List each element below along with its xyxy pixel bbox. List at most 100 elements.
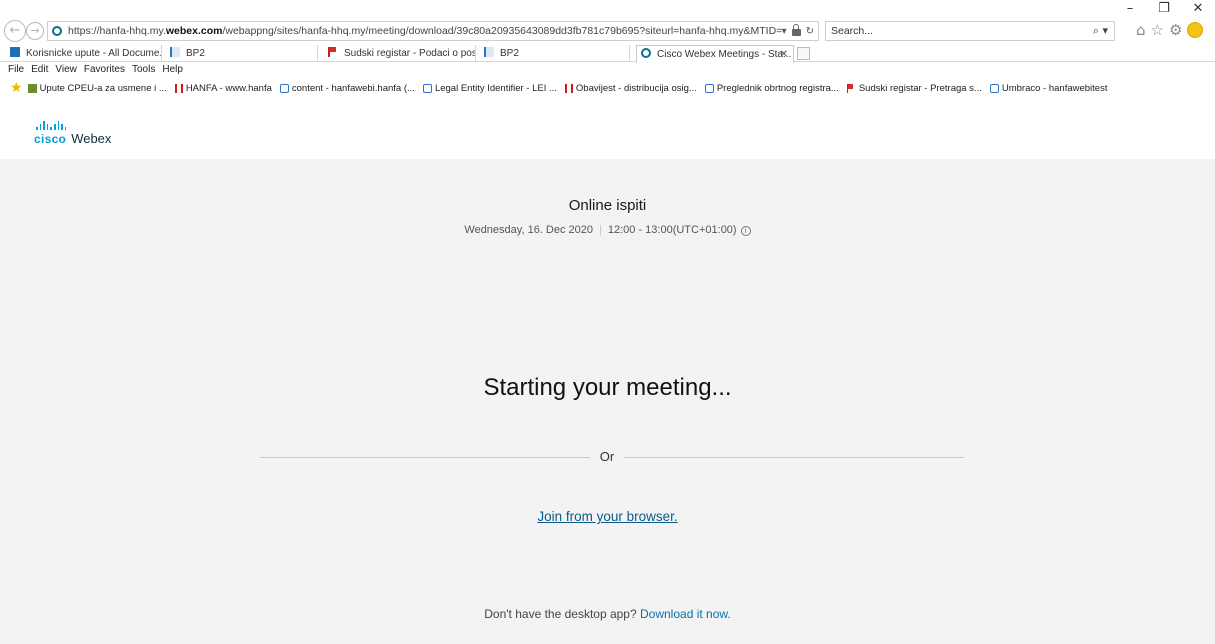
lock-icon[interactable] bbox=[791, 24, 801, 36]
menu-favorites[interactable]: Favorites bbox=[84, 64, 125, 78]
close-window-button[interactable]: ✕ bbox=[1181, 0, 1215, 18]
search-icon[interactable]: ⌕ ▾ bbox=[1093, 24, 1114, 38]
menu-bar: File Edit View Favorites Tools Help bbox=[8, 64, 183, 78]
tab-label: BP2 bbox=[186, 48, 205, 59]
tab-bar: Korisnicke upute - All Docume... BP2 Sud… bbox=[0, 45, 1215, 63]
page-icon bbox=[484, 47, 494, 57]
tab-korisnicke-upute[interactable]: Korisnicke upute - All Docume... bbox=[6, 45, 162, 62]
meeting-panel: Online ispiti Wednesday, 16. Dec 2020 | 12… bbox=[0, 159, 1215, 644]
hanfa-icon bbox=[174, 83, 183, 93]
logo-webex-text: Webex bbox=[71, 131, 112, 146]
join-browser-row: Join from your browser. bbox=[0, 509, 1215, 524]
back-button[interactable]: ← bbox=[4, 20, 26, 42]
settings-icon[interactable]: ⚙ bbox=[1169, 21, 1182, 39]
hanfa-icon bbox=[564, 83, 573, 93]
favorite-link[interactable]: content - hanfawebi.hanfa (... bbox=[279, 82, 415, 94]
url-suffix: /webappng/sites/hanfa-hhq.my/meeting/dow… bbox=[222, 25, 782, 37]
download-app-link[interactable]: Download it now. bbox=[640, 607, 731, 621]
favorite-link[interactable]: Sudski registar - Pretraga s... bbox=[846, 82, 982, 94]
webex-site-icon bbox=[52, 26, 62, 36]
ie-page-icon bbox=[704, 83, 714, 93]
bookmark-icon bbox=[27, 83, 37, 93]
window-controls: – ❐ ✕ bbox=[1113, 0, 1215, 18]
tab-sudski-registar[interactable]: Sudski registar - Podaci o posl... bbox=[324, 45, 476, 62]
home-icon[interactable]: ⌂ bbox=[1136, 21, 1146, 39]
address-row: ← → https://hanfa-hhq.my.webex.com/webap… bbox=[0, 20, 1215, 44]
meeting-time: 12:00 - 13:00(UTC+01:00) bbox=[607, 224, 737, 236]
search-bar[interactable]: Search... ⌕ ▾ bbox=[825, 21, 1115, 41]
tab-bp2-second[interactable]: BP2 bbox=[480, 45, 630, 62]
tab-bp2-first[interactable]: BP2 bbox=[166, 45, 318, 62]
favorite-link[interactable]: HANFA - www.hanfa bbox=[174, 82, 272, 94]
favorite-link[interactable]: Umbraco - hanfawebitest bbox=[989, 82, 1108, 94]
download-row: Don't have the desktop app? Download it … bbox=[0, 607, 1215, 621]
url-domain: webex.com bbox=[165, 25, 223, 37]
minimize-button[interactable]: – bbox=[1113, 0, 1147, 18]
or-divider: Or bbox=[260, 449, 964, 465]
url-text[interactable]: https://hanfa-hhq.my.webex.com/webappng/… bbox=[68, 25, 782, 37]
favorite-label: content - hanfawebi.hanfa (... bbox=[291, 82, 415, 94]
tab-label: Korisnicke upute - All Docume... bbox=[26, 48, 162, 59]
tab-label: BP2 bbox=[500, 48, 519, 59]
address-dropdown-icon[interactable]: ▾ bbox=[782, 26, 787, 37]
browser-chrome: – ❐ ✕ ← → https://hanfa-hhq.my.webex.com… bbox=[0, 0, 1215, 101]
favorite-label: Obavijest - distribucija osig... bbox=[575, 82, 697, 94]
ie-page-icon bbox=[279, 83, 289, 93]
info-icon[interactable]: i bbox=[740, 226, 751, 236]
divider-line-right bbox=[624, 457, 964, 458]
menu-help[interactable]: Help bbox=[162, 64, 183, 78]
favorite-label: Legal Entity Identifier - LEI ... bbox=[434, 82, 557, 94]
meeting-title: Online ispiti bbox=[568, 197, 647, 214]
favorites-star-icon[interactable]: ★ bbox=[10, 80, 23, 96]
feedback-smiley-icon[interactable] bbox=[1187, 22, 1204, 38]
join-from-browser-link[interactable]: Join from your browser. bbox=[537, 509, 677, 524]
webex-header: cisco Webex bbox=[0, 101, 1215, 159]
cisco-webex-logo[interactable]: cisco Webex bbox=[34, 121, 111, 146]
tab-cisco-webex[interactable]: Cisco Webex Meetings - Sta... ✕ bbox=[636, 45, 794, 63]
favorite-label: Sudski registar - Pretraga s... bbox=[858, 82, 982, 94]
favorite-label: Upute CPEU-a za usmene i ... bbox=[39, 82, 167, 94]
favorite-link[interactable]: Legal Entity Identifier - LEI ... bbox=[422, 82, 557, 94]
address-bar[interactable]: https://hanfa-hhq.my.webex.com/webappng/… bbox=[47, 21, 819, 41]
flag-icon bbox=[846, 83, 856, 93]
flag-icon bbox=[328, 47, 338, 57]
meeting-date: Wednesday, 16. Dec 2020 bbox=[464, 224, 594, 236]
divider-line-left bbox=[260, 457, 590, 458]
refresh-icon[interactable]: ↻ bbox=[806, 26, 814, 37]
sharepoint-icon bbox=[10, 47, 20, 57]
cisco-bars-icon bbox=[36, 121, 111, 130]
starting-status: Starting your meeting... bbox=[483, 374, 732, 401]
logo-cisco-text: cisco bbox=[34, 132, 67, 146]
tab-label: Sudski registar - Podaci o posl... bbox=[344, 48, 476, 59]
menu-file[interactable]: File bbox=[8, 64, 24, 78]
address-tools: ▾ ↻ bbox=[782, 24, 818, 37]
search-input[interactable]: Search... bbox=[831, 25, 1093, 37]
ie-page-icon bbox=[989, 83, 999, 93]
separator: | bbox=[599, 224, 602, 236]
close-tab-icon[interactable]: ✕ bbox=[780, 46, 788, 63]
tab-label: Cisco Webex Meetings - Sta... bbox=[657, 49, 792, 60]
favorite-link[interactable]: Upute CPEU-a za usmene i ... bbox=[27, 82, 167, 94]
arrow-left-icon: ← bbox=[9, 23, 21, 38]
arrow-right-icon: → bbox=[30, 24, 40, 37]
webex-site-icon bbox=[641, 48, 651, 58]
toolbar-right-icons: ⌂ ☆ ⚙ bbox=[1136, 21, 1204, 39]
favorite-label: Preglednik obrtnog registra... bbox=[716, 82, 839, 94]
menu-edit[interactable]: Edit bbox=[31, 64, 48, 78]
new-tab-button[interactable] bbox=[797, 47, 810, 60]
favorites-bar: ★ Upute CPEU-a za usmene i ... HANFA - w… bbox=[0, 80, 1215, 96]
restore-button[interactable]: ❐ bbox=[1147, 0, 1181, 18]
ie-page-icon bbox=[422, 83, 432, 93]
url-prefix: https://hanfa-hhq.my. bbox=[68, 25, 166, 37]
favorite-label: Umbraco - hanfawebitest bbox=[1001, 82, 1108, 94]
favorites-icon[interactable]: ☆ bbox=[1151, 21, 1164, 39]
menu-tools[interactable]: Tools bbox=[132, 64, 155, 78]
favorite-link[interactable]: Obavijest - distribucija osig... bbox=[564, 82, 697, 94]
download-prompt: Don't have the desktop app? bbox=[484, 607, 637, 621]
menu-view[interactable]: View bbox=[55, 64, 77, 78]
page-icon bbox=[170, 47, 180, 57]
favorite-label: HANFA - www.hanfa bbox=[185, 82, 272, 94]
or-label: Or bbox=[599, 449, 615, 464]
forward-button[interactable]: → bbox=[26, 22, 44, 40]
favorite-link[interactable]: Preglednik obrtnog registra... bbox=[704, 82, 839, 94]
